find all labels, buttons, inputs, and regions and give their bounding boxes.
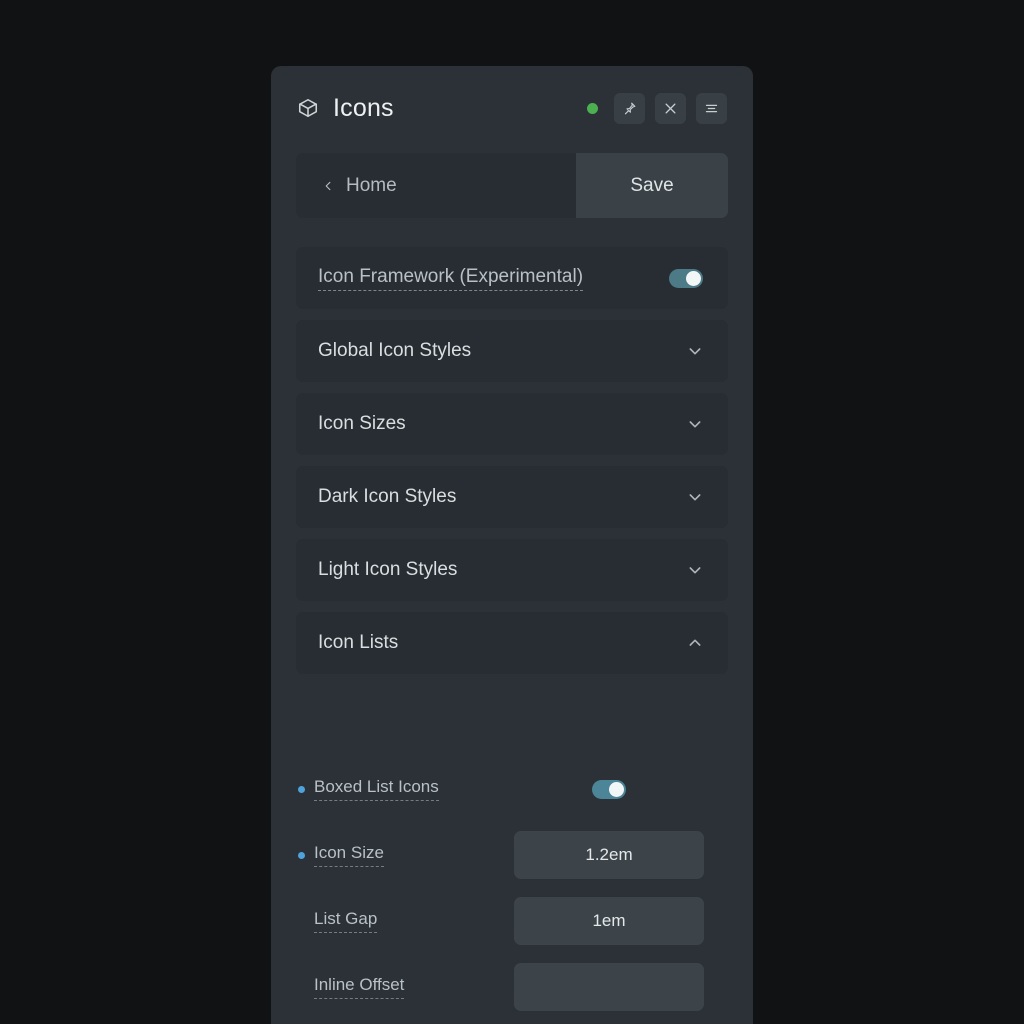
- section-icon-framework[interactable]: Icon Framework (Experimental): [296, 247, 728, 309]
- save-button-label: Save: [630, 174, 674, 196]
- section-icon-lists[interactable]: Icon Lists: [296, 612, 728, 674]
- menu-icon[interactable]: [696, 92, 727, 124]
- icon-framework-toggle[interactable]: [669, 268, 703, 288]
- close-icon[interactable]: [655, 92, 686, 124]
- field-label-group: List Gap: [296, 909, 514, 933]
- settings-section-list: Icon Framework (Experimental) Global Ico…: [296, 247, 728, 685]
- chevron-down-icon: [687, 489, 703, 505]
- section-dark-icon-styles[interactable]: Dark Icon Styles: [296, 466, 728, 528]
- boxed-list-icons-toggle[interactable]: [592, 779, 626, 799]
- field-label-group: Icon Size: [296, 843, 514, 867]
- panel-header-actions: [587, 92, 727, 124]
- panel-header: Icons: [271, 66, 753, 150]
- section-icon-sizes[interactable]: Icon Sizes: [296, 393, 728, 455]
- screen: Icons Home Save Icon Framework (Experime…: [0, 0, 1024, 1024]
- pin-icon[interactable]: [614, 92, 645, 124]
- field-label: Inline Offset: [314, 975, 405, 999]
- chevron-up-icon: [687, 635, 703, 651]
- panel-header-left: Icons: [297, 93, 587, 122]
- section-light-icon-styles[interactable]: Light Icon Styles: [296, 539, 728, 601]
- navigation-bar: Home Save: [296, 153, 728, 218]
- section-label: Icon Lists: [318, 632, 399, 653]
- section-label: Dark Icon Styles: [318, 486, 457, 507]
- chevron-down-icon: [687, 416, 703, 432]
- field-label: List Gap: [314, 909, 378, 933]
- back-home-button[interactable]: Home: [296, 153, 576, 218]
- modified-bullet: [298, 851, 305, 859]
- chevron-left-icon: [323, 179, 334, 193]
- field-row-list-gap: List Gap 1em: [296, 888, 746, 954]
- back-home-label: Home: [346, 174, 397, 196]
- list-gap-input[interactable]: 1em: [514, 897, 704, 945]
- inline-offset-input[interactable]: [514, 963, 704, 1011]
- icons-settings-panel: Icons Home Save Icon Framework (Experime…: [271, 66, 753, 1024]
- icon-size-input[interactable]: 1.2em: [514, 831, 704, 879]
- toggle-knob: [609, 781, 624, 797]
- section-global-icon-styles[interactable]: Global Icon Styles: [296, 320, 728, 382]
- section-label: Light Icon Styles: [318, 559, 458, 580]
- field-label-group: Boxed List Icons: [296, 777, 514, 801]
- input-value: 1em: [592, 911, 626, 930]
- chevron-down-icon: [687, 343, 703, 359]
- status-dot: [587, 102, 598, 114]
- modified-bullet: [298, 785, 305, 793]
- chevron-down-icon: [687, 562, 703, 578]
- section-label: Global Icon Styles: [318, 340, 472, 361]
- section-label: Icon Framework (Experimental): [318, 266, 584, 291]
- cube-icon: [297, 97, 319, 119]
- field-row-boxed-list-icons: Boxed List Icons: [296, 756, 746, 822]
- icon-lists-fields: Boxed List Icons Icon Size 1.2em List Ga…: [296, 756, 746, 1024]
- field-row-inline-offset: Inline Offset: [296, 954, 746, 1020]
- field-label: Icon Size: [314, 843, 384, 867]
- field-row-block-offset: Block Offset -5.8px: [296, 1020, 746, 1024]
- toggle-knob: [686, 270, 701, 286]
- section-label: Icon Sizes: [318, 413, 406, 434]
- save-button[interactable]: Save: [576, 153, 728, 218]
- field-row-icon-size: Icon Size 1.2em: [296, 822, 746, 888]
- input-value: 1.2em: [585, 845, 633, 864]
- page-title: Icons: [333, 93, 394, 122]
- field-label-group: Inline Offset: [296, 975, 514, 999]
- field-label: Boxed List Icons: [314, 777, 439, 801]
- field-control: [514, 779, 704, 799]
